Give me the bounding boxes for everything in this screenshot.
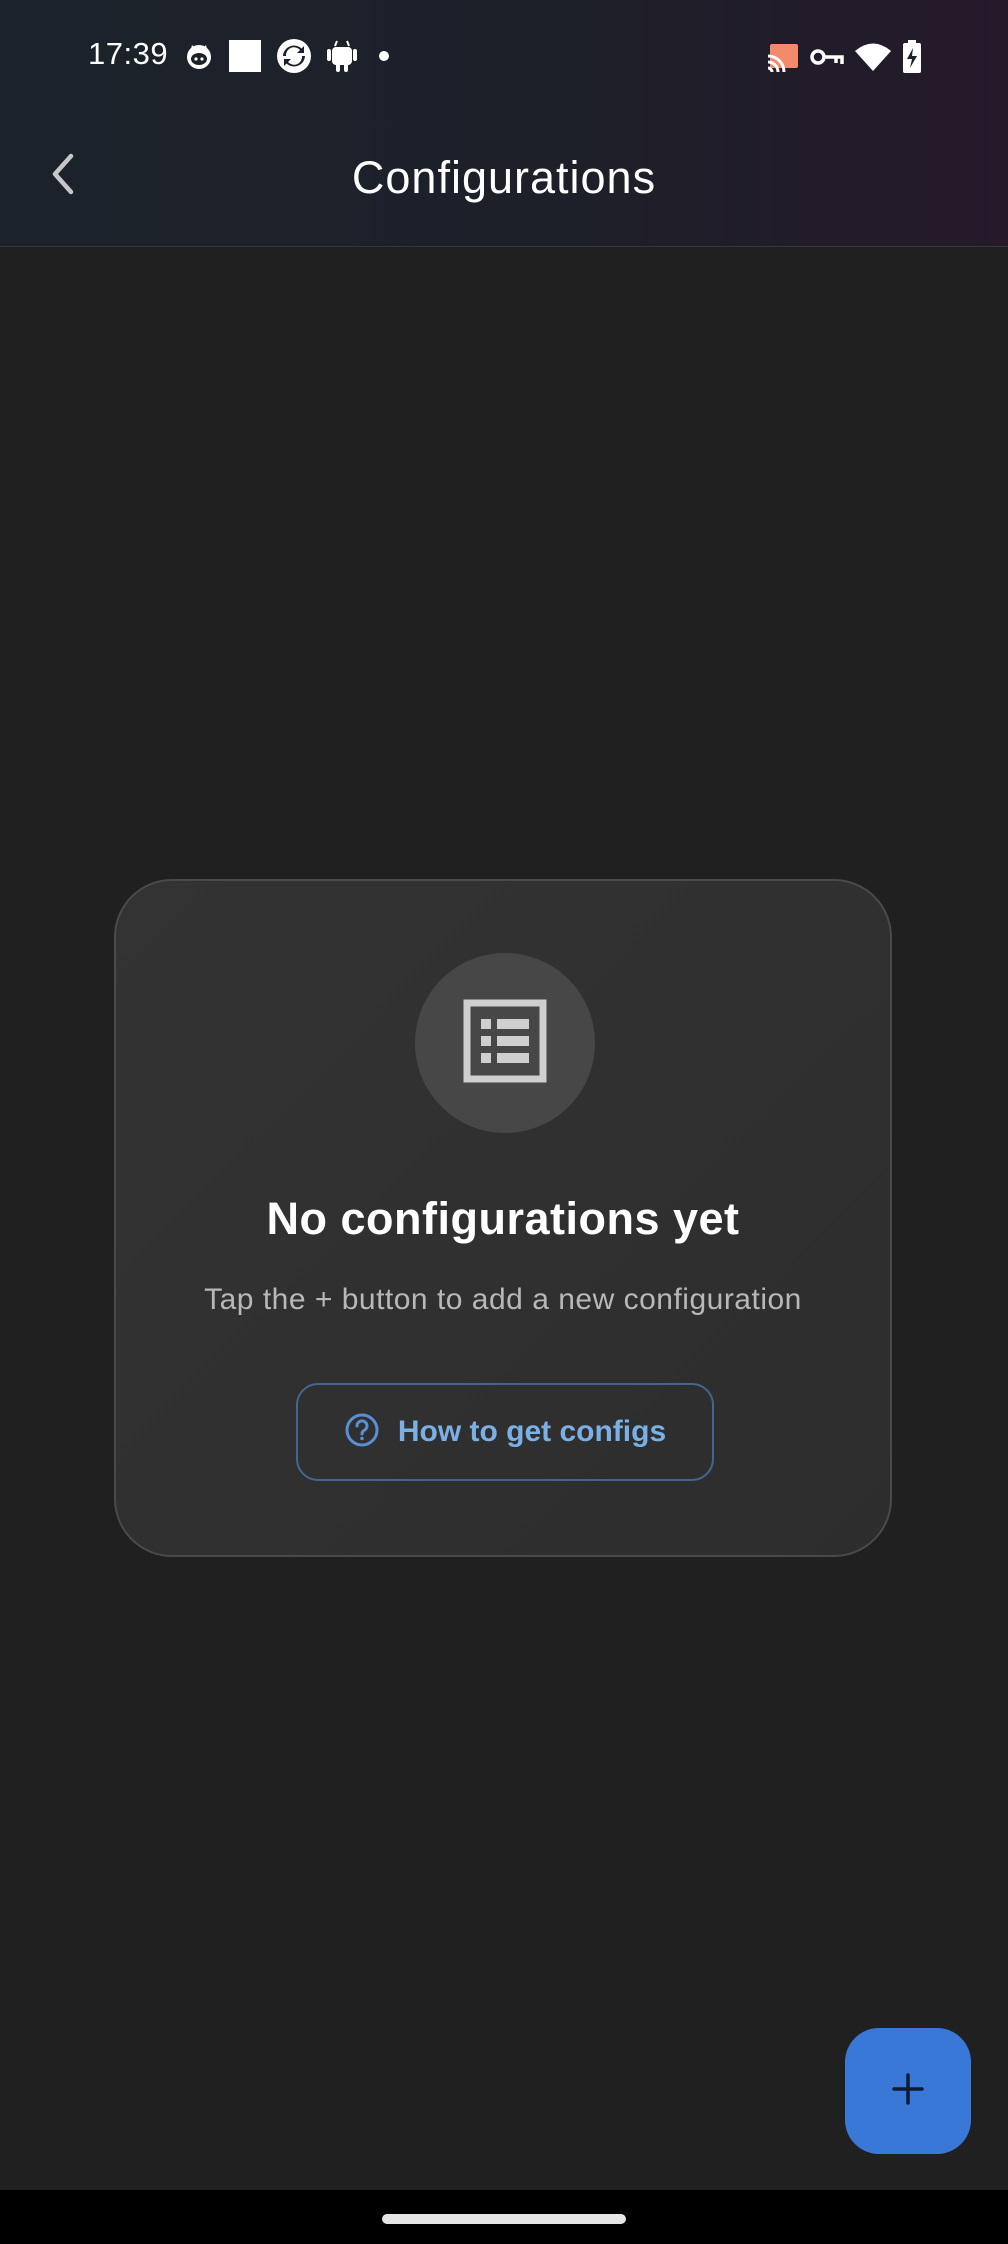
list-document-icon bbox=[463, 999, 547, 1088]
page-title: Configurations bbox=[351, 152, 657, 203]
notification-dot-icon bbox=[372, 44, 396, 68]
empty-state-card: No configurations yet Tap the + button t… bbox=[114, 879, 892, 1557]
empty-state-subtitle: Tap the + button to add a new configurat… bbox=[204, 1283, 802, 1316]
notification-cat-icon bbox=[184, 41, 214, 71]
status-bar: 17:39 bbox=[0, 0, 1008, 110]
notification-square-icon bbox=[228, 39, 262, 73]
help-circle-icon bbox=[344, 1412, 380, 1453]
how-to-get-configs-button[interactable]: How to get configs bbox=[296, 1383, 714, 1481]
app-bar: Configurations bbox=[0, 110, 1008, 246]
empty-icon-circle bbox=[415, 953, 595, 1133]
plus-icon bbox=[891, 2072, 925, 2111]
top-area: 17:39 Configurations bbox=[0, 0, 1008, 247]
cast-icon bbox=[766, 42, 800, 72]
navigation-bar bbox=[0, 2190, 1008, 2244]
notification-sync-icon bbox=[276, 38, 312, 74]
home-indicator[interactable] bbox=[382, 2214, 626, 2224]
wifi-icon bbox=[854, 42, 892, 72]
empty-state-title: No configurations yet bbox=[266, 1193, 740, 1244]
notification-android-icon bbox=[326, 39, 358, 73]
status-icons-right bbox=[766, 40, 922, 74]
battery-charging-icon bbox=[902, 40, 922, 74]
status-icons-left bbox=[184, 38, 396, 74]
vpn-key-icon bbox=[810, 45, 844, 69]
add-configuration-button[interactable] bbox=[845, 2028, 971, 2154]
status-time: 17:39 bbox=[88, 36, 169, 71]
help-button-label: How to get configs bbox=[397, 1415, 667, 1448]
